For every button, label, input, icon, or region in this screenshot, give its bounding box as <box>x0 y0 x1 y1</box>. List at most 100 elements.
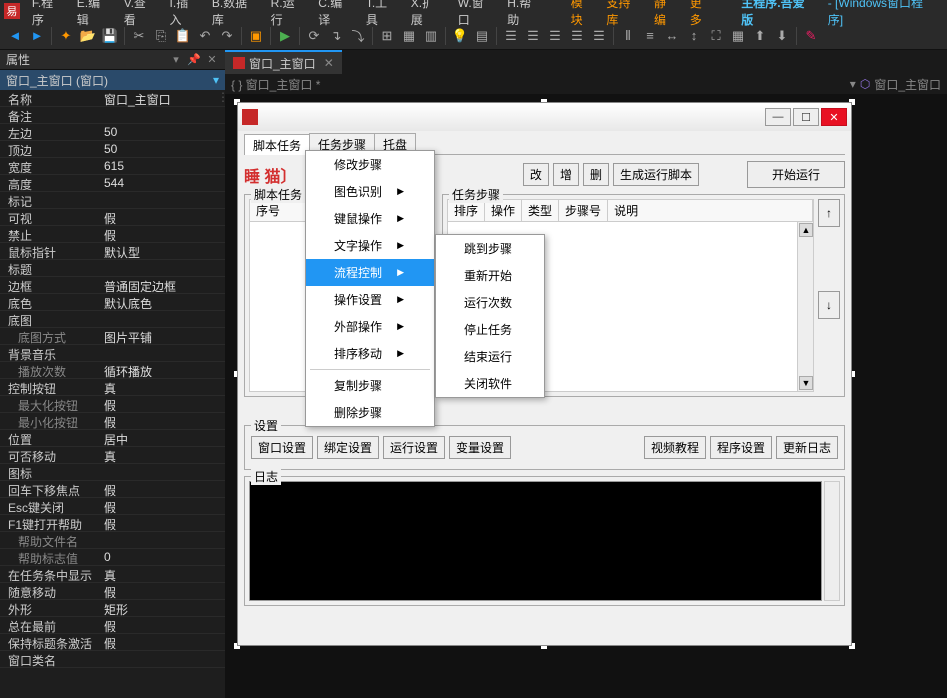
scroll-up-icon[interactable]: ▲ <box>799 223 813 237</box>
property-row[interactable]: 鼠标指针默认型 <box>0 243 225 260</box>
property-row[interactable]: 标题 <box>0 260 225 277</box>
maximize-button[interactable]: ☐ <box>793 108 819 126</box>
menu-item[interactable]: 运行次数 <box>436 289 544 316</box>
layout-icon[interactable]: ▤ <box>471 25 493 47</box>
menu-item[interactable]: 复制步骤 <box>306 372 434 399</box>
menu-item[interactable]: 文字操作▶ <box>306 232 434 259</box>
property-row[interactable]: 宽度615 <box>0 158 225 175</box>
generate-script-button[interactable]: 生成运行脚本 <box>613 163 699 186</box>
dist-h-icon[interactable]: ⫴ <box>617 25 639 47</box>
forward-icon[interactable]: ► <box>26 25 48 47</box>
btn-b-icon[interactable]: ▦ <box>398 25 420 47</box>
property-row[interactable]: 帮助文件名 <box>0 532 225 549</box>
property-row[interactable]: 底色默认底色 <box>0 294 225 311</box>
property-row[interactable]: 底图方式图片平铺 <box>0 328 225 345</box>
panel-dropdown-icon[interactable]: ▾ <box>169 53 183 67</box>
menu-item[interactable]: 修改步骤 <box>306 151 434 178</box>
program-settings-button[interactable]: 程序设置 <box>710 436 772 459</box>
move-down-button[interactable]: ↓ <box>818 291 840 319</box>
start-run-button[interactable]: 开始运行 <box>747 161 845 188</box>
nav-right-label[interactable]: 窗口_主窗口 <box>874 76 941 93</box>
col-sort[interactable]: 排序 <box>448 200 485 221</box>
property-row[interactable]: 背景音乐 <box>0 345 225 362</box>
property-row[interactable]: 底图 <box>0 311 225 328</box>
align-r-icon[interactable]: ☰ <box>544 25 566 47</box>
property-row[interactable]: 在任务条中显示真 <box>0 566 225 583</box>
move-up-button[interactable]: ↑ <box>818 199 840 227</box>
menu-item[interactable]: 流程控制▶ <box>306 259 434 286</box>
menu-item[interactable]: 跳到步骤 <box>436 235 544 262</box>
toback-icon[interactable]: ⬇ <box>771 25 793 47</box>
log-scrollbar[interactable] <box>824 481 840 601</box>
paste-icon[interactable]: 📋 <box>172 25 194 47</box>
back-icon[interactable]: ◄ <box>4 25 26 47</box>
size-wh-icon[interactable]: ⛶ <box>705 25 727 47</box>
object-selector[interactable]: 窗口_主窗口 (窗口) ▾ <box>0 70 225 90</box>
property-row[interactable]: 可否移动真 <box>0 447 225 464</box>
menu-item[interactable]: 结束运行 <box>436 343 544 370</box>
property-row[interactable]: 标记 <box>0 192 225 209</box>
open-icon[interactable]: 📂 <box>77 25 99 47</box>
tab-script-task[interactable]: 脚本任务 <box>244 134 310 155</box>
property-row[interactable]: F1键打开帮助假 <box>0 515 225 532</box>
align-l-icon[interactable]: ☰ <box>500 25 522 47</box>
menu-item[interactable]: 键鼠操作▶ <box>306 205 434 232</box>
stepover-icon[interactable]: ⤵ <box>347 25 369 47</box>
pencil-icon[interactable]: ✎ <box>800 25 822 47</box>
align-t-icon[interactable]: ☰ <box>566 25 588 47</box>
tab-close-icon[interactable]: ✕ <box>324 56 334 70</box>
btn-a-icon[interactable]: ⊞ <box>376 25 398 47</box>
add-button[interactable]: 增 <box>553 163 579 186</box>
property-row[interactable]: 窗口类名 <box>0 651 225 668</box>
minimize-button[interactable]: — <box>765 108 791 126</box>
col-desc[interactable]: 说明 <box>608 200 813 221</box>
update-log-button[interactable]: 更新日志 <box>776 436 838 459</box>
size-w-icon[interactable]: ↔ <box>661 25 683 47</box>
panel-pin-icon[interactable]: 📌 <box>187 53 201 67</box>
property-row[interactable]: 边框普通固定边框 <box>0 277 225 294</box>
property-row[interactable]: 左边50 <box>0 124 225 141</box>
delete-button[interactable]: 删 <box>583 163 609 186</box>
reload-icon[interactable]: ⟳ <box>303 25 325 47</box>
tofront-icon[interactable]: ⬆ <box>749 25 771 47</box>
col-type[interactable]: 类型 <box>522 200 559 221</box>
property-row[interactable]: 外形矩形 <box>0 600 225 617</box>
property-row[interactable]: 最小化按钮假 <box>0 413 225 430</box>
property-row[interactable]: 帮助标志值0 <box>0 549 225 566</box>
menu-item[interactable]: 重新开始 <box>436 262 544 289</box>
run-icon[interactable]: ▶ <box>274 25 296 47</box>
property-row[interactable]: 最大化按钮假 <box>0 396 225 413</box>
property-row[interactable]: 禁止假 <box>0 226 225 243</box>
nav-dropdown-icon[interactable]: ▾ <box>850 77 856 91</box>
property-row[interactable]: 备注 <box>0 107 225 124</box>
new-icon[interactable]: ✦ <box>55 25 77 47</box>
panel-close-icon[interactable]: ✕ <box>205 53 219 67</box>
bulb-icon[interactable]: 💡 <box>449 25 471 47</box>
property-row[interactable]: 可视假 <box>0 209 225 226</box>
property-row[interactable]: 高度544 <box>0 175 225 192</box>
size-h-icon[interactable]: ↕ <box>683 25 705 47</box>
align-m-icon[interactable]: ☰ <box>588 25 610 47</box>
property-row[interactable]: 保持标题条激活假 <box>0 634 225 651</box>
video-tutorial-button[interactable]: 视频教程 <box>644 436 706 459</box>
editor-tab[interactable]: 窗口_主窗口 ✕ <box>225 50 342 74</box>
stepinto-icon[interactable]: ↴ <box>325 25 347 47</box>
property-row[interactable]: 总在最前假 <box>0 617 225 634</box>
property-row[interactable]: 播放次数循环播放 <box>0 362 225 379</box>
cut-icon[interactable]: ✂ <box>128 25 150 47</box>
menu-item[interactable]: 排序移动▶ <box>306 340 434 367</box>
btn-c-icon[interactable]: ▥ <box>420 25 442 47</box>
edit-button[interactable]: 改 <box>523 163 549 186</box>
property-row[interactable]: 名称窗口_主窗口⋮ <box>0 90 225 107</box>
menu-item[interactable]: 图色识别▶ <box>306 178 434 205</box>
property-row[interactable]: 回车下移焦点假 <box>0 481 225 498</box>
log-output[interactable] <box>249 481 822 601</box>
window-settings-button[interactable]: 窗口设置 <box>251 436 313 459</box>
property-row[interactable]: 位置居中 <box>0 430 225 447</box>
undo-icon[interactable]: ↶ <box>194 25 216 47</box>
property-row[interactable]: 图标 <box>0 464 225 481</box>
var-settings-button[interactable]: 变量设置 <box>449 436 511 459</box>
property-row[interactable]: 顶边50 <box>0 141 225 158</box>
bind-settings-button[interactable]: 绑定设置 <box>317 436 379 459</box>
menu-item[interactable]: 停止任务 <box>436 316 544 343</box>
